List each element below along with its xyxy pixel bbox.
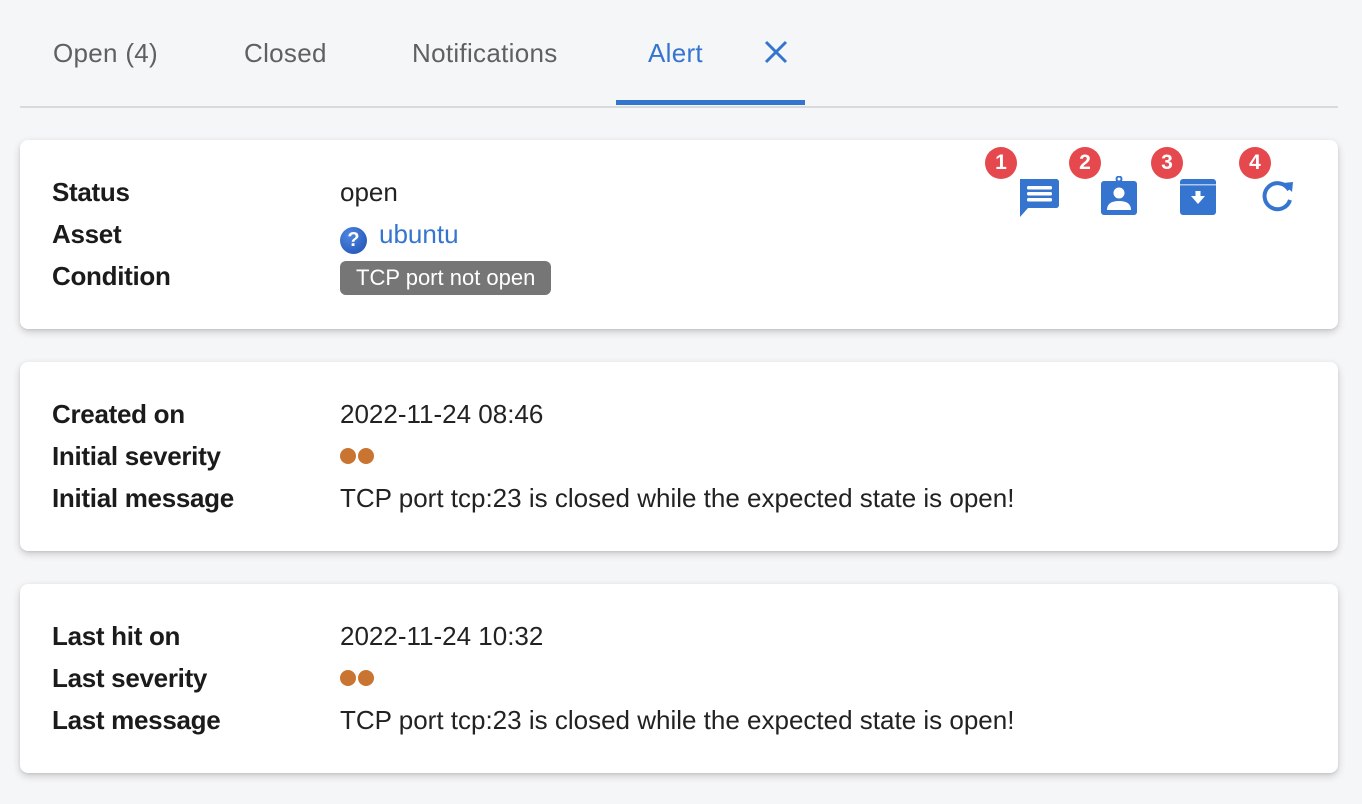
initial-message-value: TCP port tcp:23 is closed while the expe… — [340, 483, 1015, 513]
severity-dots — [340, 670, 374, 687]
condition-row: Condition TCP port not open — [52, 259, 552, 295]
asset-value: ? ubuntu — [340, 217, 459, 254]
assign-button[interactable] — [1100, 175, 1138, 216]
severity-dot — [358, 448, 374, 465]
last-severity-label: Last severity — [52, 663, 208, 693]
last-message-row: Last message TCP port tcp:23 is closed w… — [52, 703, 1014, 737]
last-hit-row: Last hit on 2022-11-24 10:32 — [52, 619, 543, 653]
asset-link[interactable]: ubuntu — [379, 219, 459, 249]
comment-icon — [1020, 179, 1059, 217]
condition-badge: TCP port not open — [340, 261, 552, 295]
initial-details-card: Created on 2022-11-24 08:46 Initial seve… — [20, 362, 1338, 551]
last-hit-value: 2022-11-24 10:32 — [340, 621, 544, 651]
condition-value: TCP port not open — [340, 259, 552, 295]
active-tab-indicator — [616, 100, 805, 105]
close-tab-icon[interactable] — [762, 38, 790, 66]
last-details-card: Last hit on 2022-11-24 10:32 Last severi… — [20, 584, 1338, 773]
created-value: 2022-11-24 08:46 — [340, 399, 544, 429]
severity-dots — [340, 448, 374, 465]
initial-severity-row: Initial severity — [52, 439, 374, 473]
tab-bar: Open (4) Closed Notifications Alert — [20, 0, 1338, 108]
asset-label: Asset — [52, 219, 122, 249]
status-label: Status — [52, 177, 130, 207]
severity-dot — [340, 448, 356, 465]
initial-message-row: Initial message TCP port tcp:23 is close… — [52, 481, 1014, 515]
initial-severity-label: Initial severity — [52, 441, 221, 471]
comment-button[interactable] — [1016, 177, 1060, 217]
step-marker-1: 1 — [985, 147, 1017, 179]
tab-closed[interactable]: Closed — [244, 34, 327, 74]
step-marker-4: 4 — [1239, 147, 1271, 179]
last-message-label: Last message — [52, 705, 221, 735]
tab-alert[interactable]: Alert — [648, 34, 703, 74]
initial-message-label: Initial message — [52, 483, 234, 513]
initial-severity-value — [340, 439, 374, 473]
last-severity-value — [340, 661, 374, 695]
step-marker-3: 3 — [1151, 147, 1183, 179]
question-circle-icon: ? — [340, 227, 367, 254]
created-row: Created on 2022-11-24 08:46 — [52, 397, 543, 431]
tab-open[interactable]: Open (4) — [53, 34, 158, 74]
severity-dot — [358, 670, 374, 687]
created-label: Created on — [52, 399, 185, 429]
status-value: open — [340, 177, 398, 207]
last-hit-label: Last hit on — [52, 621, 181, 651]
condition-label: Condition — [52, 261, 171, 291]
asset-row: Asset ? ubuntu — [52, 217, 459, 254]
archive-button[interactable] — [1179, 178, 1217, 216]
tab-notifications[interactable]: Notifications — [412, 34, 558, 74]
refresh-icon — [1262, 181, 1293, 212]
step-marker-2: 2 — [1069, 147, 1101, 179]
status-row: Status open — [52, 175, 398, 209]
alert-summary-card: Status open Asset ? ubuntu Condition TCP … — [20, 140, 1338, 329]
last-severity-row: Last severity — [52, 661, 374, 695]
archive-icon — [1180, 179, 1216, 215]
refresh-button[interactable] — [1260, 178, 1296, 214]
severity-dot — [340, 670, 356, 687]
last-message-value: TCP port tcp:23 is closed while the expe… — [340, 705, 1015, 735]
assign-user-icon — [1101, 175, 1137, 215]
